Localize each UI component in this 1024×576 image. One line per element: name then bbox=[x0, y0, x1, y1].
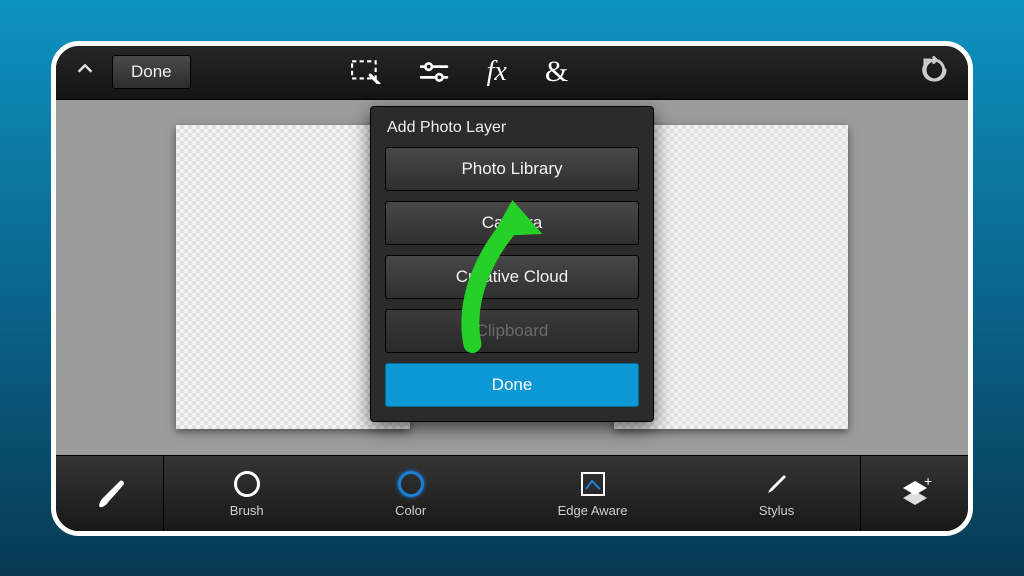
device-frame: Done fx & bbox=[51, 41, 973, 536]
ampersand-icon[interactable]: & bbox=[545, 55, 568, 89]
dock-item-stylus[interactable]: Stylus bbox=[759, 469, 794, 518]
app-root: Done fx & bbox=[56, 46, 968, 531]
edge-aware-icon bbox=[578, 469, 608, 499]
sliders-icon[interactable] bbox=[419, 61, 449, 83]
clipboard-button: Clipboard bbox=[385, 309, 639, 353]
add-photo-layer-popover: Add Photo Layer Photo Library Camera Cre… bbox=[370, 106, 654, 422]
undo-icon[interactable] bbox=[920, 55, 950, 90]
photo-library-button[interactable]: Photo Library bbox=[385, 147, 639, 191]
popover-title: Add Photo Layer bbox=[387, 119, 639, 137]
dock-items: Brush Color Edge Aware Stylus bbox=[164, 469, 860, 518]
fx-icon[interactable]: fx bbox=[487, 56, 507, 88]
svg-text:+: + bbox=[924, 475, 932, 489]
topbar-done-button[interactable]: Done bbox=[112, 55, 191, 89]
topbar-tool-icons: fx & bbox=[351, 55, 569, 89]
dock-label: Brush bbox=[230, 503, 264, 518]
creative-cloud-button[interactable]: Creative Cloud bbox=[385, 255, 639, 299]
circle-outline-icon bbox=[232, 469, 262, 499]
chevron-up-icon[interactable] bbox=[68, 58, 102, 86]
brush-tool-icon[interactable] bbox=[56, 456, 164, 531]
selection-tool-icon[interactable] bbox=[351, 60, 381, 84]
layers-icon[interactable]: + bbox=[860, 456, 968, 531]
camera-button[interactable]: Camera bbox=[385, 201, 639, 245]
color-ring-icon bbox=[396, 469, 426, 499]
dock-label: Stylus bbox=[759, 503, 794, 518]
dock-item-color[interactable]: Color bbox=[395, 469, 426, 518]
topbar: Done fx & bbox=[56, 46, 968, 100]
dock-item-brush[interactable]: Brush bbox=[230, 469, 264, 518]
dock-item-edge-aware[interactable]: Edge Aware bbox=[558, 469, 628, 518]
dock-label: Edge Aware bbox=[558, 503, 628, 518]
dock-label: Color bbox=[395, 503, 426, 518]
stylus-icon bbox=[762, 469, 792, 499]
bottom-dock: Brush Color Edge Aware Stylus bbox=[56, 455, 968, 531]
popover-done-button[interactable]: Done bbox=[385, 363, 639, 407]
